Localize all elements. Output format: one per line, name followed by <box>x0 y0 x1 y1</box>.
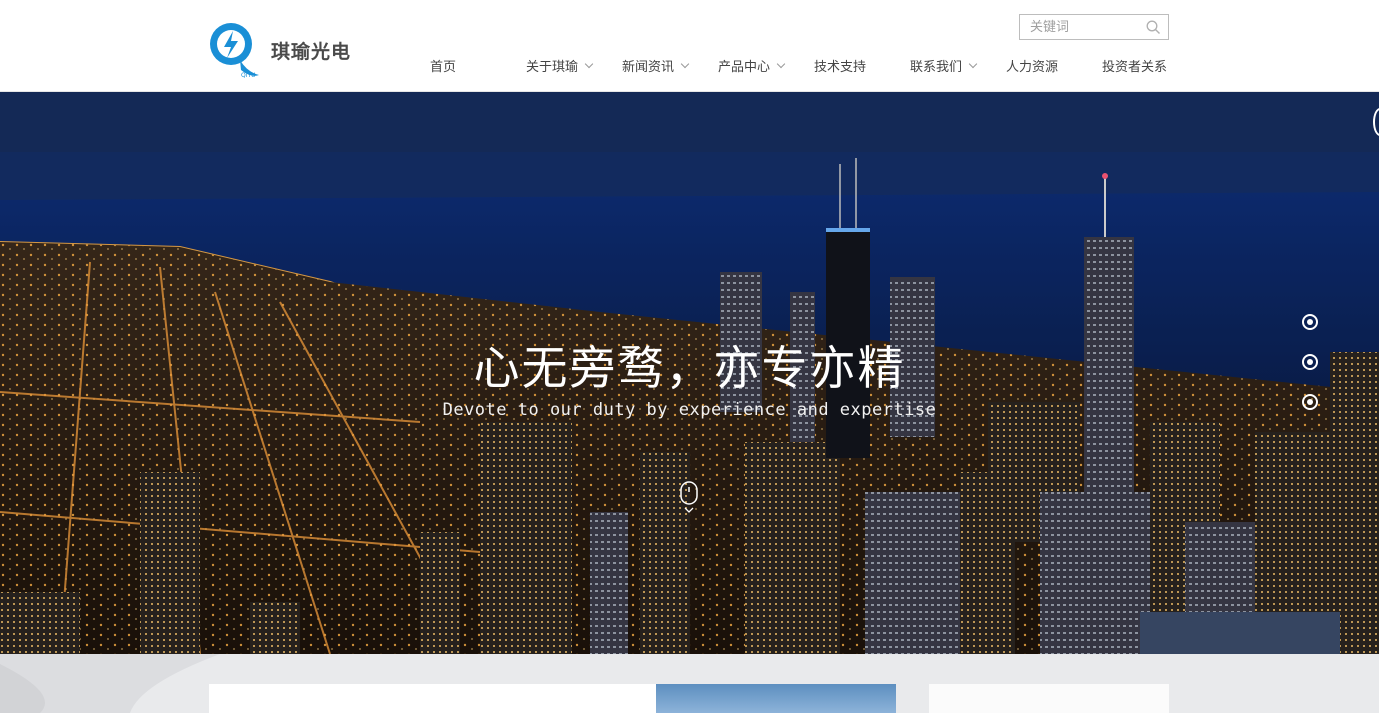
content-band <box>0 654 1379 713</box>
hero-title: 心无旁骛，亦专亦精 <box>473 341 906 395</box>
search-box <box>1019 14 1169 40</box>
nav-item-label: 技术支持 <box>814 60 867 75</box>
chevron-down-icon <box>680 59 690 68</box>
svg-text:QIYU: QIYU <box>241 72 256 79</box>
scroll-mouse-icon[interactable] <box>679 480 699 516</box>
nav-item-contact[interactable]: 联系我们 <box>910 56 978 75</box>
nav-item-home[interactable]: 首页 <box>430 56 456 75</box>
nav-item-label: 投资者关系 <box>1102 60 1168 75</box>
slide-pagination <box>1302 314 1320 434</box>
nav-item-label: 新闻资讯 <box>622 60 675 75</box>
feature-card[interactable] <box>929 684 1169 713</box>
nav-item-label: 人力资源 <box>1006 60 1059 75</box>
nav-item-news[interactable]: 新闻资讯 <box>622 56 690 75</box>
slide-dot[interactable] <box>1302 354 1318 370</box>
chevron-down-icon <box>776 59 786 68</box>
logo-mark-icon: QIYU <box>207 20 261 80</box>
slide-dot[interactable] <box>1302 394 1318 410</box>
search-input[interactable] <box>1020 15 1140 39</box>
brand-logo[interactable]: QIYU 琪瑜光电 <box>207 20 357 80</box>
nav-item-investors[interactable]: 投资者关系 <box>1102 56 1167 75</box>
nav-item-label: 首页 <box>430 60 457 75</box>
chevron-down-icon <box>584 59 594 68</box>
nav-item-products[interactable]: 产品中心 <box>718 56 786 75</box>
nav-item-label: 产品中心 <box>718 60 771 75</box>
feature-card-image[interactable] <box>656 684 896 713</box>
nav-item-about[interactable]: 关于琪瑜 <box>526 56 594 75</box>
search-icon[interactable] <box>1146 20 1161 35</box>
site-header: QIYU 琪瑜光电 首页 关于琪瑜 新闻资讯 产品中心 技术支持 联系我们 人力… <box>0 0 1379 92</box>
feature-card[interactable] <box>209 684 656 713</box>
hero-banner: 心无旁骛，亦专亦精 Devote to our duty by experien… <box>0 92 1379 654</box>
chevron-down-icon <box>968 59 978 68</box>
nav-item-hr[interactable]: 人力资源 <box>1006 56 1058 75</box>
brand-name: 琪瑜光电 <box>271 40 352 63</box>
nav-item-label: 联系我们 <box>910 60 963 75</box>
nav-item-support[interactable]: 技术支持 <box>814 56 866 75</box>
hero-subtitle: Devote to our duty by experience and exp… <box>442 400 937 420</box>
slide-dot[interactable] <box>1302 314 1318 330</box>
nav-item-label: 关于琪瑜 <box>526 60 579 75</box>
